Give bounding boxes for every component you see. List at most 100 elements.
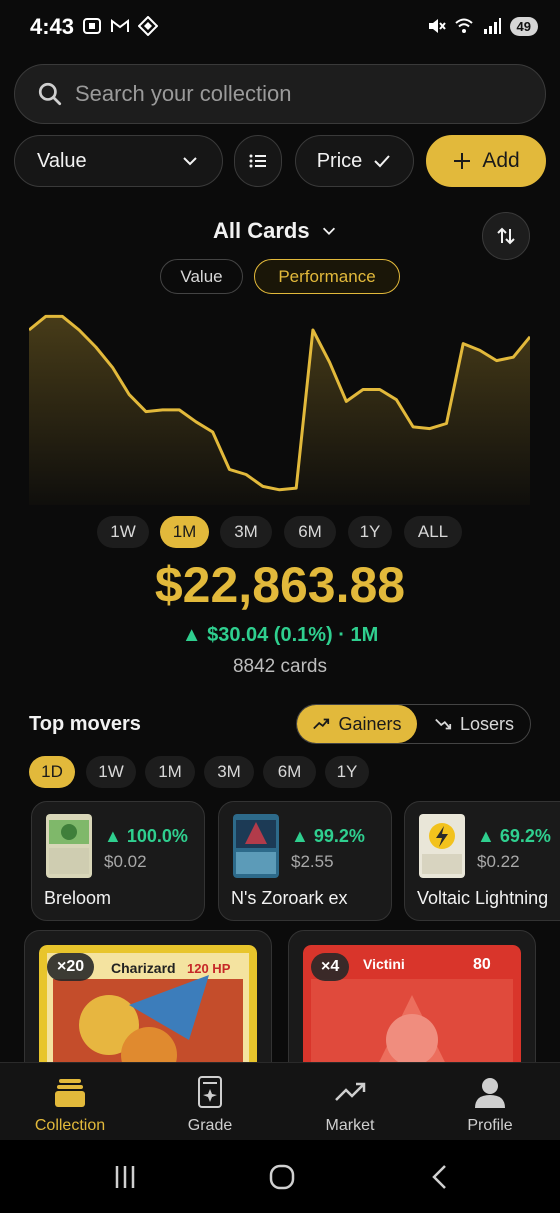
card-thumbnail [233, 814, 279, 878]
top-movers-title: Top movers [29, 713, 141, 735]
home-icon [269, 1164, 295, 1190]
mover-card-voltaic[interactable]: ▲ 69.2% $0.22 Voltaic Lightning [404, 801, 560, 921]
collection-card-victini[interactable]: Victini 80 ×4 [288, 930, 536, 1065]
charizard-card-hp: 120 HP [187, 961, 231, 976]
recent-apps-button[interactable] [105, 1160, 145, 1194]
quantity-badge: ×4 [311, 953, 350, 981]
recents-icon [115, 1166, 135, 1188]
mover-name: Voltaic Lightning [417, 888, 549, 908]
nav-profile-label: Profile [467, 1117, 513, 1134]
search-input[interactable] [75, 81, 495, 107]
home-button[interactable] [262, 1160, 302, 1194]
losers-label: Losers [459, 713, 515, 734]
range-all[interactable]: ALL [404, 516, 462, 548]
nav-market[interactable]: Market [280, 1063, 420, 1141]
chevron-down-icon [183, 157, 197, 166]
mover-card-zoroark[interactable]: ▲ 99.2% $2.55 N's Zoroark ex [218, 801, 392, 921]
nav-collection[interactable]: Collection [0, 1063, 140, 1141]
mover-price: $0.02 [104, 852, 147, 871]
value-sort-label: Value [37, 149, 87, 172]
collection-stack-icon [55, 1079, 85, 1107]
status-system-icons: 49 [426, 16, 538, 36]
status-bar: 4:43 49 [0, 0, 560, 56]
list-icon [249, 154, 266, 168]
price-filter-label: Price [316, 149, 363, 172]
mover-card-breloom[interactable]: ▲ 100.0% $0.02 Breloom [31, 801, 205, 921]
top-movers-list: ▲ 100.0% $0.02 Breloom ▲ 99.2% $2.55 N's… [0, 801, 560, 921]
movers-range-1y[interactable]: 1Y [325, 756, 369, 788]
losers-button[interactable]: Losers [419, 705, 529, 743]
movers-range-6m[interactable]: 6M [263, 756, 316, 788]
back-button[interactable] [420, 1160, 460, 1194]
gainers-button[interactable]: Gainers [297, 705, 417, 743]
collection-title: All Cards [213, 218, 310, 243]
search-bar[interactable] [14, 64, 546, 124]
movers-range-3m[interactable]: 3M [204, 756, 254, 788]
grade-card-icon [198, 1076, 222, 1108]
mover-change: ▲ 69.2% [477, 826, 551, 846]
range-1w[interactable]: 1W [97, 516, 149, 548]
total-collection-value: $22,863.88 [154, 557, 406, 613]
collection-header: All Cards [0, 212, 560, 260]
movers-range-1d[interactable]: 1D [29, 756, 75, 788]
mode-performance-button[interactable]: Performance [254, 259, 400, 294]
gainers-losers-toggle: Gainers Losers [296, 704, 531, 744]
mover-change: ▲ 99.2% [291, 826, 365, 846]
search-icon [38, 82, 62, 106]
profile-icon [475, 1078, 505, 1108]
wifi-icon [454, 18, 473, 33]
chart-area-fill [29, 316, 530, 505]
value-sort-select[interactable]: Value [14, 135, 223, 187]
quantity-badge: ×20 [47, 953, 95, 981]
range-6m[interactable]: 6M [284, 516, 336, 548]
performance-chart [29, 314, 530, 505]
bottom-navigation: Collection Grade Market Profile [0, 1062, 560, 1140]
charizard-card-name: Charizard [111, 960, 176, 976]
list-view-button[interactable] [234, 135, 282, 187]
chart-mode-toggle: Value Performance [0, 259, 560, 294]
chevron-down-icon [322, 227, 335, 235]
trending-down-icon [435, 718, 452, 730]
value-change: ▲ $30.04 (0.1%) · 1M [181, 624, 379, 646]
plus-icon [454, 153, 471, 169]
movers-range-1m[interactable]: 1M [145, 756, 195, 788]
nav-market-label: Market [325, 1117, 375, 1134]
mover-name: Breloom [44, 888, 112, 908]
collection-selector[interactable]: All Cards [213, 218, 338, 244]
collection-grid: Charizard 120 HP ×20 Victini 80 ×4 [0, 930, 560, 1065]
nav-profile[interactable]: Profile [420, 1063, 560, 1141]
time-range-selector: 1W 1M 3M 6M 1Y ALL [0, 516, 560, 548]
range-1m[interactable]: 1M [160, 516, 209, 548]
status-time: 4:43 [30, 14, 75, 39]
nav-grade-label: Grade [187, 1117, 233, 1134]
nav-collection-label: Collection [34, 1117, 106, 1134]
trending-up-icon [313, 718, 330, 730]
card-thumbnail [46, 814, 92, 878]
range-3m[interactable]: 3M [220, 516, 272, 548]
gmail-icon [111, 19, 129, 32]
gainers-label: Gainers [338, 713, 402, 734]
status-notification-icons [82, 16, 158, 36]
mover-price: $2.55 [291, 852, 334, 871]
system-navigation-bar [0, 1140, 560, 1213]
add-button-label: Add [482, 149, 520, 172]
mode-value-button[interactable]: Value [160, 259, 243, 294]
movers-range-1w[interactable]: 1W [86, 756, 136, 788]
mover-name: N's Zoroark ex [231, 888, 348, 908]
mover-price: $0.22 [477, 852, 520, 871]
mover-change: ▲ 100.0% [104, 826, 188, 846]
sort-order-button[interactable] [482, 212, 530, 260]
sort-arrows-icon [497, 227, 515, 245]
mute-icon [428, 19, 446, 33]
card-count: 8842 cards [232, 656, 327, 677]
range-1y[interactable]: 1Y [348, 516, 392, 548]
collection-card-charizard[interactable]: Charizard 120 HP ×20 [24, 930, 272, 1065]
nav-grade[interactable]: Grade [140, 1063, 280, 1141]
add-button[interactable]: Add [426, 135, 546, 187]
signal-icon [483, 18, 501, 34]
screenshot-icon [83, 18, 101, 34]
price-filter-button[interactable]: Price [295, 135, 414, 187]
victini-card-name: Victini [363, 956, 405, 972]
filter-row: Value Price Add [0, 135, 560, 187]
battery-indicator: 49 [509, 16, 538, 36]
